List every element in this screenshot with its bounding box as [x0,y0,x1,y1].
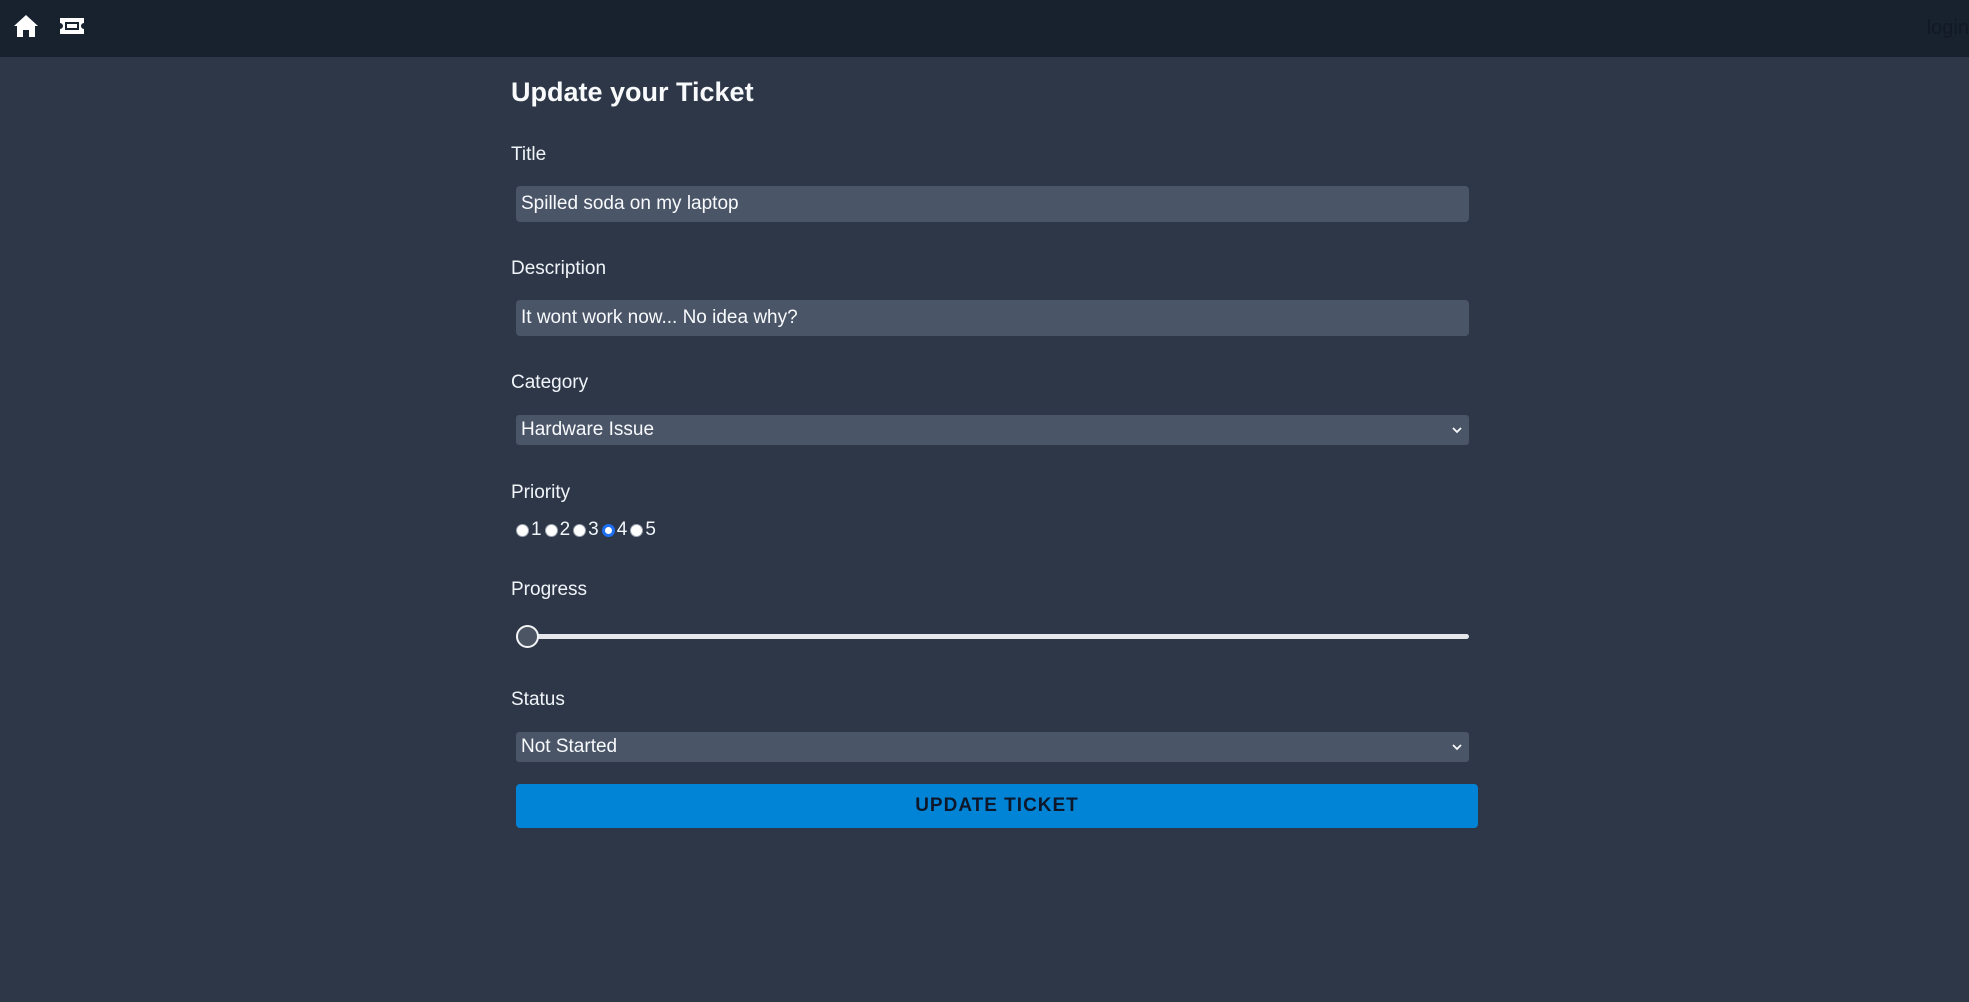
login-link[interactable]: login [1927,17,1969,40]
priority-radio-2[interactable] [544,523,558,537]
priority-radio-group: 1 2 3 4 5 [516,519,659,541]
priority-option-label: 4 [616,519,628,540]
chevron-down-icon [1452,744,1462,751]
category-selected-value: Hardware Issue [521,419,655,440]
priority-option-label: 2 [559,519,571,540]
ticket-icon[interactable] [58,12,86,40]
description-label: Description [511,258,607,279]
status-select[interactable]: Not Started [516,732,1469,762]
priority-option-label: 1 [531,519,542,540]
progress-slider-thumb[interactable] [516,625,539,648]
priority-radio-4[interactable] [601,523,615,537]
description-input[interactable] [516,300,1469,336]
category-select[interactable]: Hardware Issue [516,415,1469,445]
status-label: Status [511,689,565,710]
priority-radio-3[interactable] [573,523,587,537]
page-title: Update your Ticket [511,77,754,107]
progress-label: Progress [511,579,588,600]
priority-option-label: 3 [588,519,599,540]
priority-radio-5[interactable] [630,523,644,537]
priority-radio-1[interactable] [516,523,529,537]
progress-slider-track[interactable] [516,634,1469,639]
top-nav-bar: login [0,0,1969,57]
priority-option-label: 5 [645,519,656,540]
status-selected-value: Not Started [521,736,618,757]
category-label: Category [511,372,589,393]
home-icon[interactable] [12,12,40,40]
update-ticket-button[interactable]: UPDATE TICKET [516,784,1478,828]
title-input[interactable] [516,186,1469,222]
title-label: Title [511,144,547,165]
chevron-down-icon [1452,427,1462,434]
priority-label: Priority [511,482,571,503]
